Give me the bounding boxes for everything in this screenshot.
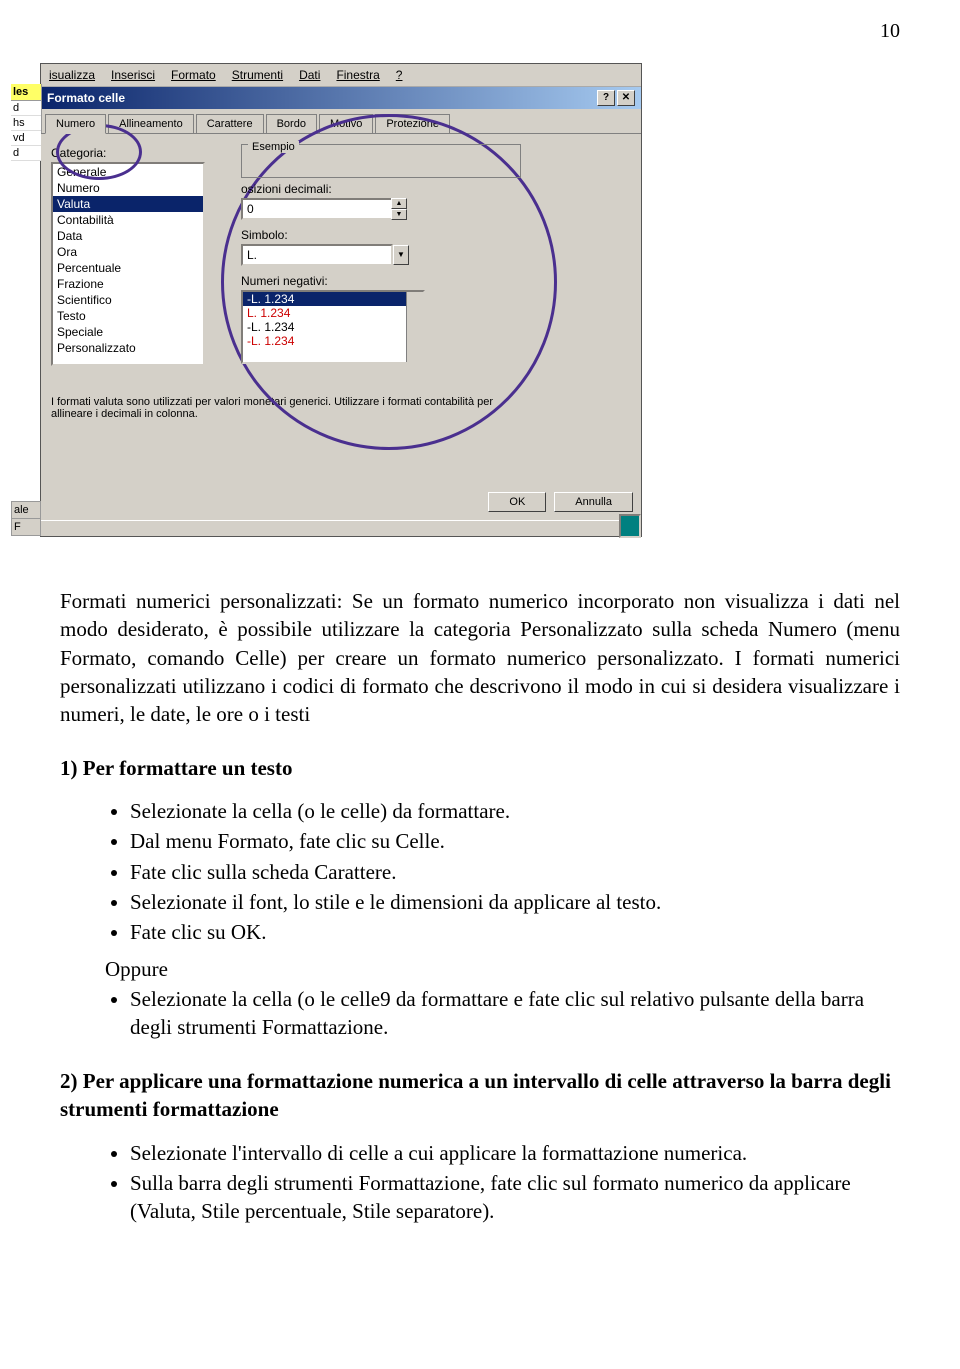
list-item[interactable]: Testo <box>53 308 203 324</box>
help-icon[interactable]: ? <box>597 90 615 106</box>
list-item[interactable]: Valuta <box>53 196 203 212</box>
list-item[interactable]: Percentuale <box>53 260 203 276</box>
sheet-tabs-area: ale F <box>11 501 41 536</box>
chevron-down-icon[interactable]: ▼ <box>393 245 409 265</box>
bullet-item: Selezionate la cella (o le celle9 da for… <box>130 985 900 1042</box>
formula-bar-fragment: F <box>11 518 41 536</box>
document-body: Formati numerici personalizzati: Se un f… <box>0 567 960 1274</box>
bullet-item: Fate clic sulla scheda Carattere. <box>130 858 900 886</box>
example-groupbox: Esempio <box>241 144 521 178</box>
list-item[interactable]: Contabilità <box>53 212 203 228</box>
dialog-title-bar: Formato celle ? ✕ <box>41 87 641 109</box>
spin-down-icon[interactable]: ▼ <box>391 209 407 220</box>
symbol-label: Simbolo: <box>241 228 521 242</box>
heading-numeric-format: 2) Per applicare una formattazione numer… <box>60 1067 900 1124</box>
list-item[interactable]: Generale <box>53 164 203 180</box>
list-item[interactable]: Data <box>53 228 203 244</box>
list-item[interactable]: Speciale <box>53 324 203 340</box>
scrollbar[interactable] <box>406 292 423 362</box>
category-listbox[interactable]: Generale Numero Valuta Contabilità Data … <box>51 162 205 366</box>
bullet-item: Sulla barra degli strumenti Formattazion… <box>130 1169 900 1226</box>
decimal-input[interactable] <box>241 198 393 220</box>
menu-insert[interactable]: Inserisci <box>103 66 163 84</box>
menu-tools[interactable]: Strumenti <box>224 66 291 84</box>
dialog-title: Formato celle <box>47 91 125 105</box>
list-item[interactable]: -L. 1.234 <box>243 334 423 348</box>
decimal-label: osizioni decimali: <box>241 182 521 196</box>
list-item[interactable]: Ora <box>53 244 203 260</box>
dialog-tabstrip: Numero Allineamento Carattere Bordo Moti… <box>41 109 641 133</box>
tab-font[interactable]: Carattere <box>196 114 264 134</box>
menu-help[interactable]: ? <box>388 66 411 84</box>
tab-border[interactable]: Bordo <box>266 114 317 134</box>
cancel-button[interactable]: Annulla <box>554 492 633 512</box>
menu-bar: isualizza Inserisci Formato Strumenti Da… <box>41 64 641 87</box>
bullet-item: Fate clic su OK. <box>130 918 900 946</box>
tab-protection[interactable]: Protezione <box>375 114 450 134</box>
heading-format-text: 1) Per formattare un testo <box>60 754 900 782</box>
symbol-combobox[interactable]: L. ▼ <box>241 244 521 266</box>
page-number: 10 <box>0 0 960 53</box>
app-screenshot: les d hs vd d ale F isualizza Inserisci … <box>40 63 642 537</box>
tab-number[interactable]: Numero <box>45 114 106 134</box>
format-hint-text: I formati valuta sono utilizzati per val… <box>51 396 531 420</box>
or-label: Oppure <box>105 955 900 983</box>
list-item[interactable]: Scientifico <box>53 292 203 308</box>
negative-label: Numeri negativi: <box>241 274 521 288</box>
ok-button[interactable]: OK <box>488 492 546 512</box>
cell: d <box>11 101 41 116</box>
close-icon[interactable]: ✕ <box>617 90 635 106</box>
tab-pattern[interactable]: Motivo <box>319 114 373 134</box>
list-item[interactable]: Numero <box>53 180 203 196</box>
spin-up-icon[interactable]: ▲ <box>391 198 407 209</box>
menu-data[interactable]: Dati <box>291 66 328 84</box>
bullet-item: Dal menu Formato, fate clic su Celle. <box>130 827 900 855</box>
cell: d <box>11 146 41 161</box>
scrollbar-thumb[interactable] <box>619 514 641 538</box>
list-item[interactable]: L. 1.234 <box>243 306 423 320</box>
negative-format-listbox[interactable]: -L. 1.234 L. 1.234 -L. 1.234 -L. 1.234 <box>241 290 425 364</box>
bullet-item: Selezionate l'intervallo di celle a cui … <box>130 1139 900 1167</box>
list-item[interactable]: -L. 1.234 <box>243 292 423 306</box>
dialog-body: Categoria: Generale Numero Valuta Contab… <box>41 133 641 484</box>
bullet-item: Selezionate il font, lo stile e le dimen… <box>130 888 900 916</box>
tab-alignment[interactable]: Allineamento <box>108 114 194 134</box>
list-item[interactable]: Personalizzato <box>53 340 203 356</box>
menu-window[interactable]: Finestra <box>328 66 387 84</box>
cell: hs <box>11 116 41 131</box>
example-label: Esempio <box>248 141 299 153</box>
menu-view[interactable]: isualizza <box>41 66 103 84</box>
dialog-button-row: OK Annulla <box>41 484 641 520</box>
cell: vd <box>11 131 41 146</box>
status-bar: NU <box>41 520 641 536</box>
sheet-tab[interactable]: ale <box>11 501 41 518</box>
menu-format[interactable]: Formato <box>163 66 224 84</box>
list-item[interactable]: Frazione <box>53 276 203 292</box>
list-item[interactable]: -L. 1.234 <box>243 320 423 334</box>
column-header: les <box>11 84 41 101</box>
paragraph-intro: Formati numerici personalizzati: Se un f… <box>60 587 900 729</box>
symbol-value[interactable]: L. <box>241 244 393 266</box>
spreadsheet-left-column: les d hs vd d <box>11 84 42 161</box>
bullet-item: Selezionate la cella (o le celle) da for… <box>130 797 900 825</box>
decimal-places-stepper[interactable]: ▲ ▼ <box>241 198 521 220</box>
